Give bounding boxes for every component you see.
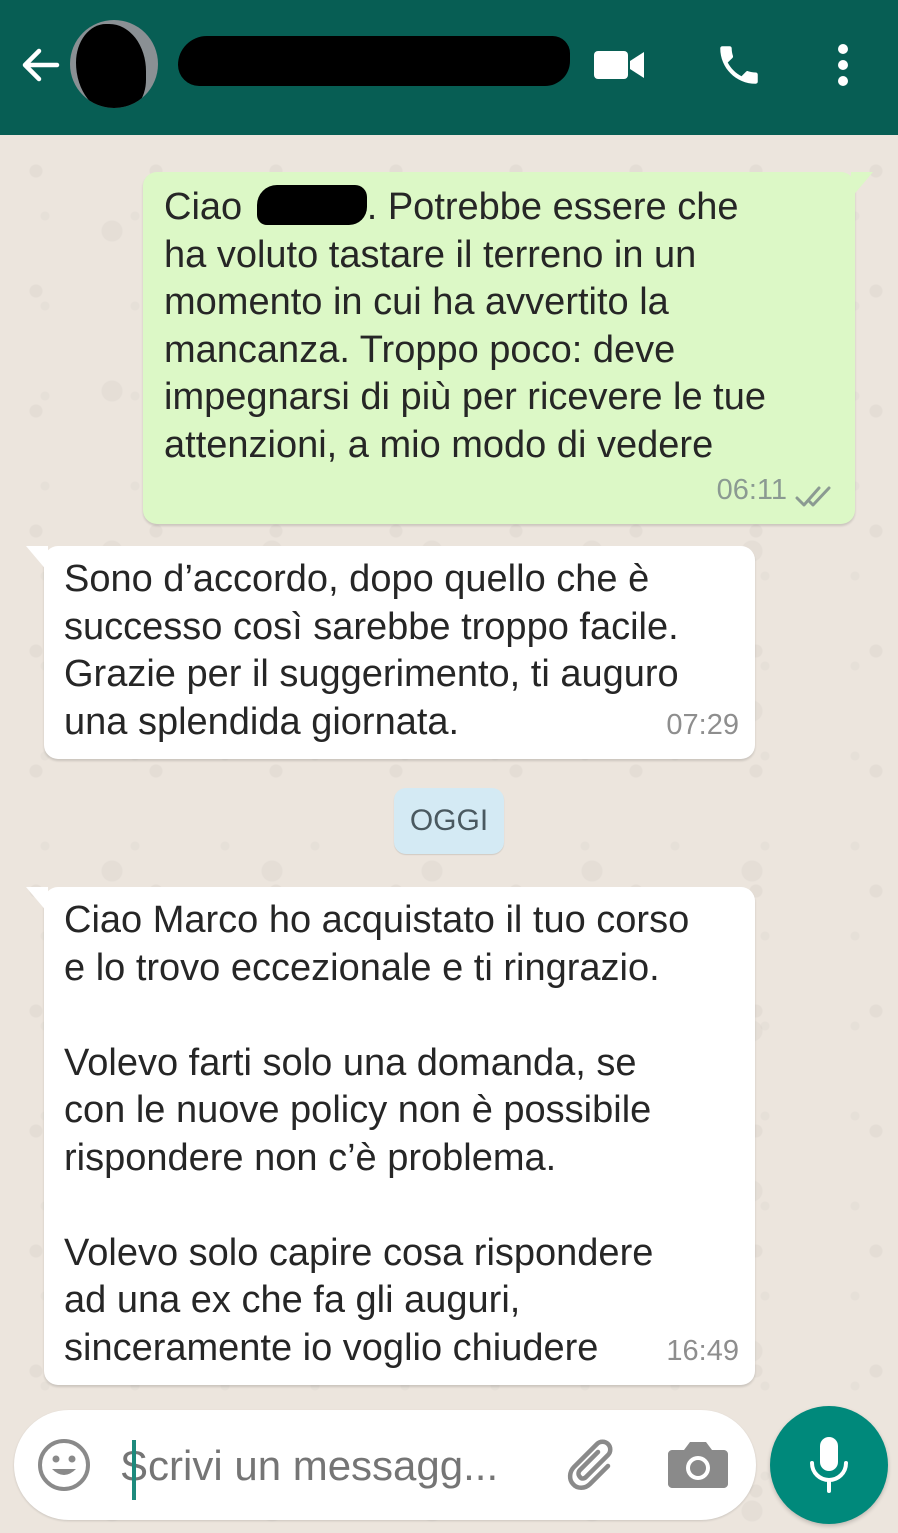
contact-name-redacted[interactable] bbox=[178, 36, 570, 86]
message-input[interactable] bbox=[120, 1438, 540, 1494]
contact-avatar[interactable] bbox=[70, 20, 158, 108]
chat-header bbox=[0, 0, 898, 135]
message-time: 16:49 bbox=[666, 1334, 739, 1367]
mic-icon bbox=[810, 1437, 848, 1493]
message-text: Sono d’accordo, dopo quello che è succes… bbox=[64, 558, 679, 743]
message-time: 07:29 bbox=[666, 708, 739, 741]
more-options-button[interactable] bbox=[814, 36, 872, 94]
double-check-icon bbox=[795, 486, 831, 507]
message-bubble-outgoing[interactable]: Ciao . Potrebbe essere che ha voluto tas… bbox=[143, 172, 873, 524]
bubble-tail bbox=[851, 172, 873, 198]
message-composer bbox=[14, 1410, 756, 1520]
voice-message-button[interactable] bbox=[770, 1406, 888, 1524]
arrow-left-icon bbox=[22, 48, 60, 82]
bubble-tail bbox=[26, 546, 48, 572]
video-call-icon bbox=[594, 51, 644, 79]
name-redaction bbox=[256, 185, 367, 225]
message-text: Ciao Marco ho acquistato il tuo corso e … bbox=[64, 899, 690, 1369]
message-time: 06:11 bbox=[716, 473, 787, 506]
text-caret bbox=[132, 1440, 136, 1500]
voice-call-button[interactable] bbox=[710, 36, 768, 94]
phone-icon bbox=[720, 46, 758, 84]
bubble-tail bbox=[26, 887, 48, 913]
more-vert-icon bbox=[838, 44, 848, 86]
back-button[interactable] bbox=[14, 40, 64, 90]
video-call-button[interactable] bbox=[590, 36, 648, 94]
message-text: Ciao . Potrebbe essere che ha voluto tas… bbox=[164, 185, 766, 466]
paperclip-icon[interactable] bbox=[556, 1432, 620, 1496]
message-bubble-incoming[interactable]: Sono d’accordo, dopo quello che è succes… bbox=[26, 546, 755, 759]
camera-icon[interactable] bbox=[664, 1432, 732, 1496]
date-divider: OGGI bbox=[394, 788, 504, 854]
avatar-redaction bbox=[76, 24, 146, 108]
emoji-icon[interactable] bbox=[36, 1437, 92, 1493]
message-bubble-incoming[interactable]: Ciao Marco ho acquistato il tuo corso e … bbox=[26, 887, 755, 1385]
